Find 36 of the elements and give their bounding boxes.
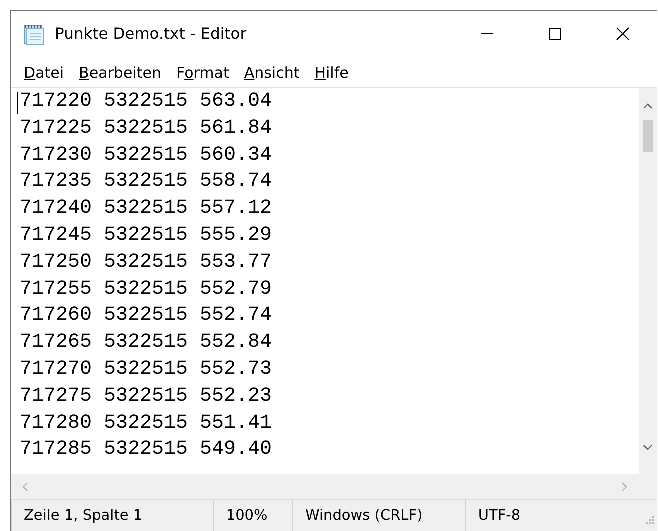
text-line: 717255 5322515 552.79: [20, 276, 272, 303]
resize-grip-icon: [645, 515, 655, 525]
menu-item[interactable]: Hilfe: [308, 64, 358, 82]
menu-item[interactable]: Datei: [18, 64, 74, 82]
scroll-right-icon: [621, 482, 629, 492]
window-title: Punkte Demo.txt - Editor: [55, 25, 248, 43]
scroll-down-icon: [643, 444, 653, 452]
menu-item[interactable]: Format: [170, 64, 238, 82]
status-item: 100%: [213, 500, 292, 531]
text-line: 717245 5322515 555.29: [20, 222, 272, 249]
menu-item[interactable]: Ansicht: [238, 64, 309, 82]
minimize-icon: [480, 33, 494, 35]
scroll-up-icon: [643, 102, 653, 110]
text-line: 717240 5322515 557.12: [20, 196, 272, 222]
text-line: 717250 5322515 553.77: [20, 250, 272, 276]
text-line: 717285 5322515 549.40: [20, 437, 272, 464]
text-line: 717275 5322515 552.23: [20, 384, 272, 410]
text-line: 717235 5322515 558.74: [20, 169, 272, 196]
text-line: 717280 5322515 551.41: [20, 410, 272, 436]
status-item: Windows (CRLF): [292, 500, 466, 531]
text-line: 717230 5322515 560.34: [20, 142, 272, 169]
scrollbar-thumb[interactable]: [643, 120, 653, 152]
maximize-icon: [548, 27, 562, 41]
text-line: 717260 5322515 552.74: [20, 303, 272, 330]
text-line: 717270 5322515 552.73: [20, 356, 272, 383]
text-line: 717265 5322515 552.84: [20, 330, 272, 356]
menu-item[interactable]: Bearbeiten: [73, 64, 170, 82]
text-line: 717220 5322515 563.04: [20, 88, 272, 115]
scroll-left-icon: [21, 482, 29, 492]
text-cursor: [17, 92, 18, 114]
status-item: Zeile 1, Spalte 1: [11, 500, 214, 531]
notepad-icon: [22, 22, 46, 46]
vertical-scrollbar[interactable]: [639, 88, 657, 474]
close-icon: [616, 27, 630, 41]
horizontal-scrollbar[interactable]: [11, 474, 639, 500]
text-line: 717225 5322515 561.84: [20, 116, 272, 142]
